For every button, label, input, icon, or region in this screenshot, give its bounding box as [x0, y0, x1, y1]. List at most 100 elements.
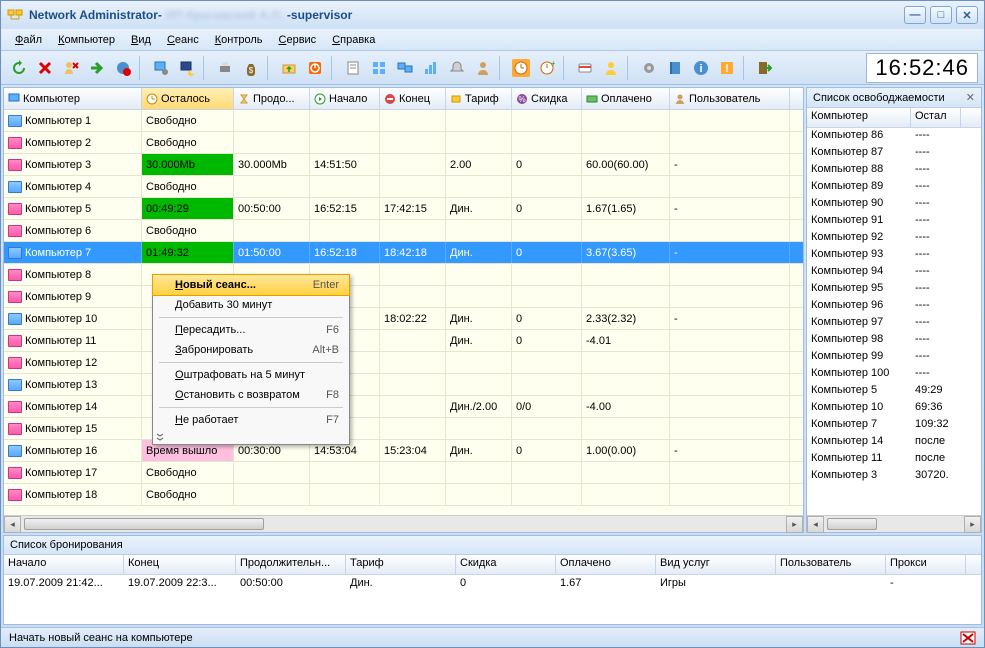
refresh-icon[interactable]	[7, 56, 31, 80]
column-Тариф[interactable]: Тариф	[446, 88, 512, 109]
side-close-button[interactable]: ✕	[966, 91, 975, 104]
table-row[interactable]: Компьютер 13	[4, 374, 803, 396]
table-row[interactable]: Компьютер 6Свободно	[4, 220, 803, 242]
person-icon[interactable]	[471, 56, 495, 80]
side-row[interactable]: Компьютер 11после	[807, 451, 981, 468]
side-row[interactable]: Компьютер 95----	[807, 281, 981, 298]
menu-компьютер[interactable]: Компьютер	[52, 32, 121, 48]
table-row[interactable]: Компьютер 1152:19Дин.0-4.01	[4, 330, 803, 352]
side-row[interactable]: Компьютер 97----	[807, 315, 981, 332]
column-Скидка[interactable]: %Скидка	[512, 88, 582, 109]
alarm-add-icon[interactable]: +	[535, 56, 559, 80]
side-row[interactable]: Компьютер 86----	[807, 128, 981, 145]
side-scroll-right[interactable]: ▸	[964, 516, 981, 533]
side-row[interactable]: Компьютер 14после	[807, 434, 981, 451]
booking-col-5[interactable]: Оплачено	[556, 555, 656, 574]
grid-icon[interactable]	[367, 56, 391, 80]
table-row[interactable]: Компьютер 500:49:2900:50:0016:52:1517:42…	[4, 198, 803, 220]
side-row[interactable]: Компьютер 90----	[807, 196, 981, 213]
bell-icon[interactable]	[445, 56, 469, 80]
table-row[interactable]: Компьютер 8	[4, 264, 803, 286]
table-row[interactable]: Компьютер 16Время вышло00:30:0014:53:041…	[4, 440, 803, 462]
monitors-icon[interactable]	[393, 56, 417, 80]
side-body[interactable]: Компьютер 86----Компьютер 87----Компьюте…	[807, 128, 981, 515]
side-row[interactable]: Компьютер 99----	[807, 349, 981, 366]
booking-col-2[interactable]: Продолжительн...	[236, 555, 346, 574]
exit-icon[interactable]	[753, 56, 777, 80]
side-row[interactable]: Компьютер 94----	[807, 264, 981, 281]
ctx-Новый сеанс...[interactable]: Новый сеанс...Enter	[152, 274, 350, 296]
booking-col-0[interactable]: Начало	[4, 555, 124, 574]
table-row[interactable]: Компьютер 9	[4, 286, 803, 308]
side-scrollbar[interactable]: ◂ ▸	[807, 515, 981, 532]
arrow-right-icon[interactable]	[85, 56, 109, 80]
ctx-expand-icon[interactable]	[153, 430, 349, 444]
side-row[interactable]: Компьютер 89----	[807, 179, 981, 196]
table-row[interactable]: Компьютер 15	[4, 418, 803, 440]
close-button[interactable]: ✕	[956, 6, 978, 24]
booking-col-8[interactable]: Прокси	[886, 555, 966, 574]
ctx-Остановить с возвратом[interactable]: Остановить с возвратомF8	[153, 385, 349, 405]
monitor-gear-icon[interactable]	[149, 56, 173, 80]
side-scroll-thumb[interactable]	[827, 518, 877, 530]
globe-stop-icon[interactable]	[111, 56, 135, 80]
side-row[interactable]: Компьютер 330720.	[807, 468, 981, 485]
side-row[interactable]: Компьютер 96----	[807, 298, 981, 315]
booking-col-6[interactable]: Вид услуг	[656, 555, 776, 574]
maximize-button[interactable]: □	[930, 6, 952, 24]
ctx-Добавить 30 минут[interactable]: Добавить 30 минут	[153, 295, 349, 315]
folder-up-icon[interactable]	[277, 56, 301, 80]
side-scroll-left[interactable]: ◂	[807, 516, 824, 533]
chart-icon[interactable]	[419, 56, 443, 80]
table-row[interactable]: Компьютер 701:49:3201:50:0016:52:1818:42…	[4, 242, 803, 264]
ctx-Пересадить...[interactable]: Пересадить...F6	[153, 320, 349, 340]
column-Начало[interactable]: Начало	[310, 88, 380, 109]
menu-вид[interactable]: Вид	[125, 32, 157, 48]
booking-col-7[interactable]: Пользователь	[776, 555, 886, 574]
side-row[interactable]: Компьютер 1069:36	[807, 400, 981, 417]
menu-файл[interactable]: Файл	[9, 32, 48, 48]
scroll-thumb[interactable]	[24, 518, 264, 530]
printer-icon[interactable]	[213, 56, 237, 80]
side-row[interactable]: Компьютер 100----	[807, 366, 981, 383]
booking-row[interactable]: 19.07.2009 21:42...19.07.2009 22:3...00:…	[4, 575, 981, 593]
menu-сервис[interactable]: Сервис	[273, 32, 323, 48]
side-row[interactable]: Компьютер 91----	[807, 213, 981, 230]
statusbar-error-icon[interactable]	[960, 631, 976, 645]
menu-сеанс[interactable]: Сеанс	[161, 32, 205, 48]
alarm-active-icon[interactable]	[509, 56, 533, 80]
column-Конец[interactable]: Конец	[380, 88, 446, 109]
menu-справка[interactable]: Справка	[326, 32, 381, 48]
power-icon[interactable]	[303, 56, 327, 80]
column-Компьютер[interactable]: Компьютер	[4, 88, 142, 109]
booking-col-3[interactable]: Тариф	[346, 555, 456, 574]
table-row[interactable]: Компьютер 1052:2218:02:22Дин.02.33(2.32)…	[4, 308, 803, 330]
book-icon[interactable]	[663, 56, 687, 80]
side-row[interactable]: Компьютер 7109:32	[807, 417, 981, 434]
side-row[interactable]: Компьютер 87----	[807, 145, 981, 162]
report-icon[interactable]	[341, 56, 365, 80]
user-yellow-icon[interactable]	[599, 56, 623, 80]
delete-icon[interactable]	[33, 56, 57, 80]
column-Пользователь[interactable]: Пользователь	[670, 88, 790, 109]
horizontal-scrollbar[interactable]: ◂ ▸	[4, 515, 803, 532]
side-row[interactable]: Компьютер 88----	[807, 162, 981, 179]
side-col-remaining[interactable]: Остал	[911, 108, 961, 127]
minimize-button[interactable]: —	[904, 6, 926, 24]
remove-user-icon[interactable]	[59, 56, 83, 80]
ctx-Оштрафовать на 5 минут[interactable]: Оштрафовать на 5 минут	[153, 365, 349, 385]
table-row[interactable]: Компьютер 330.000Mb30.000Mb14:51:502.000…	[4, 154, 803, 176]
card-icon[interactable]	[573, 56, 597, 80]
column-Осталось[interactable]: Осталось	[142, 88, 234, 109]
column-Оплачено[interactable]: Оплачено	[582, 88, 670, 109]
grid-body[interactable]: Компьютер 1СвободноКомпьютер 2СвободноКо…	[4, 110, 803, 515]
table-row[interactable]: Компьютер 12	[4, 352, 803, 374]
side-col-computer[interactable]: Компьютер	[807, 108, 911, 127]
booking-col-1[interactable]: Конец	[124, 555, 236, 574]
scroll-left-button[interactable]: ◂	[4, 516, 21, 533]
table-row[interactable]: Компьютер 2Свободно	[4, 132, 803, 154]
side-row[interactable]: Компьютер 549:29	[807, 383, 981, 400]
ctx-Не работает[interactable]: Не работаетF7	[153, 410, 349, 430]
table-row[interactable]: Компьютер 1Свободно	[4, 110, 803, 132]
column-Продо...[interactable]: Продо...	[234, 88, 310, 109]
